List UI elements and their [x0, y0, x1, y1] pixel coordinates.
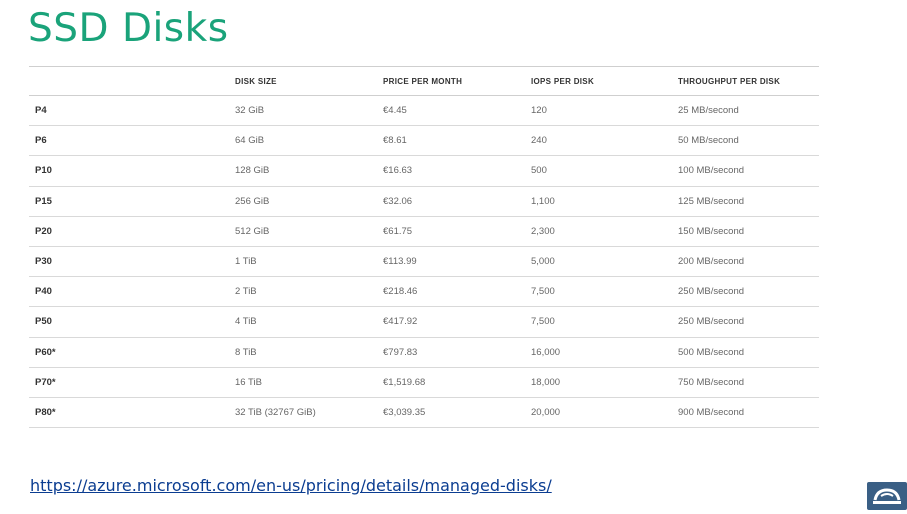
- cell-throughput: 500 MB/second: [678, 346, 745, 358]
- cell-price: €16.63: [383, 165, 413, 177]
- cell-tier: P20: [35, 225, 52, 237]
- cell-price: €4.45: [383, 105, 407, 117]
- table-row: P15 256 GiB €32.06 1,100 125 MB/second: [29, 186, 819, 217]
- cell-iops: 1,100: [531, 195, 555, 207]
- cell-throughput: 50 MB/second: [678, 135, 739, 147]
- table-row: P40 2 TiB €218.46 7,500 250 MB/second: [29, 277, 819, 307]
- table-row: P6 64 GiB €8.61 240 50 MB/second: [29, 126, 819, 156]
- table-row: P60* 8 TiB €797.83 16,000 500 MB/second: [29, 337, 819, 368]
- cell-throughput: 125 MB/second: [678, 195, 745, 207]
- cell-price: €3,039.35: [383, 406, 426, 418]
- cell-throughput: 250 MB/second: [678, 286, 745, 298]
- cell-tier: P60*: [35, 346, 56, 358]
- cell-price: €61.75: [383, 225, 413, 237]
- cell-iops: 7,500: [531, 316, 555, 328]
- cell-disk-size: 16 TiB: [235, 376, 262, 388]
- cell-throughput: 750 MB/second: [678, 376, 745, 388]
- cell-price: €32.06: [383, 195, 413, 207]
- cell-iops: 7,500: [531, 286, 555, 298]
- cell-tier: P80*: [35, 406, 56, 418]
- cell-throughput: 100 MB/second: [678, 165, 745, 177]
- cell-price: €417.92: [383, 316, 418, 328]
- header-throughput-per-disk: THROUGHPUT PER DISK: [678, 66, 819, 96]
- header-disk-size: DISK SIZE: [235, 66, 383, 96]
- cell-iops: 120: [531, 105, 547, 117]
- cell-iops: 2,300: [531, 225, 555, 237]
- cell-tier: P50: [35, 316, 52, 328]
- cell-iops: 18,000: [531, 376, 561, 388]
- cell-disk-size: 32 GiB: [235, 105, 265, 117]
- cell-disk-size: 64 GiB: [235, 135, 265, 147]
- cell-price: €8.61: [383, 135, 407, 147]
- cell-price: €218.46: [383, 286, 418, 298]
- table-row: P80* 32 TiB (32767 GiB) €3,039.35 20,000…: [29, 397, 819, 428]
- pricing-details-link[interactable]: https://azure.microsoft.com/en-us/pricin…: [30, 476, 552, 495]
- table-row: P10 128 GiB €16.63 500 100 MB/second: [29, 156, 819, 187]
- header-price-per-month: PRICE PER MONTH: [383, 66, 531, 96]
- table-row: P30 1 TiB €113.99 5,000 200 MB/second: [29, 246, 819, 277]
- table-row: P20 512 GiB €61.75 2,300 150 MB/second: [29, 216, 819, 247]
- cell-iops: 240: [531, 135, 547, 147]
- cell-tier: P4: [35, 105, 47, 117]
- table-header-row: DISK SIZE PRICE PER MONTH IOPS PER DISK …: [29, 66, 819, 96]
- cell-throughput: 200 MB/second: [678, 256, 745, 268]
- cell-tier: P10: [35, 165, 52, 177]
- header-iops-per-disk: IOPS PER DISK: [531, 66, 678, 96]
- table-row: P70* 16 TiB €1,519.68 18,000 750 MB/seco…: [29, 367, 819, 398]
- cell-iops: 16,000: [531, 346, 561, 358]
- cell-tier: P70*: [35, 376, 56, 388]
- page-title: SSD Disks: [28, 6, 229, 51]
- cell-tier: P40: [35, 286, 52, 298]
- table-body: P4 32 GiB €4.45 120 25 MB/second P6 64 G…: [29, 96, 819, 428]
- cell-price: €1,519.68: [383, 376, 426, 388]
- cell-tier: P30: [35, 256, 52, 268]
- cell-price: €797.83: [383, 346, 418, 358]
- cell-throughput: 25 MB/second: [678, 105, 739, 117]
- table-row: P4 32 GiB €4.45 120 25 MB/second: [29, 96, 819, 126]
- cell-tier: P15: [35, 195, 52, 207]
- cell-disk-size: 32 TiB (32767 GiB): [235, 406, 316, 418]
- ssd-pricing-table-container: DISK SIZE PRICE PER MONTH IOPS PER DISK …: [29, 66, 819, 428]
- cell-throughput: 900 MB/second: [678, 406, 745, 418]
- cell-throughput: 250 MB/second: [678, 316, 745, 328]
- cell-throughput: 150 MB/second: [678, 225, 745, 237]
- header-tier: [29, 66, 235, 96]
- cell-disk-size: 8 TiB: [235, 346, 257, 358]
- cell-iops: 5,000: [531, 256, 555, 268]
- cell-disk-size: 256 GiB: [235, 195, 270, 207]
- cell-price: €113.99: [383, 256, 417, 268]
- cell-disk-size: 4 TiB: [235, 316, 257, 328]
- table-row: P50 4 TiB €417.92 7,500 250 MB/second: [29, 307, 819, 337]
- cell-disk-size: 128 GiB: [235, 165, 270, 177]
- cell-tier: P6: [35, 135, 47, 147]
- cell-iops: 20,000: [531, 406, 561, 418]
- cloud-logo-icon: [867, 482, 907, 510]
- cell-disk-size: 1 TiB: [235, 256, 257, 268]
- cell-disk-size: 512 GiB: [235, 225, 270, 237]
- cell-disk-size: 2 TiB: [235, 286, 257, 298]
- cell-iops: 500: [531, 165, 547, 177]
- ssd-pricing-table: DISK SIZE PRICE PER MONTH IOPS PER DISK …: [29, 66, 819, 428]
